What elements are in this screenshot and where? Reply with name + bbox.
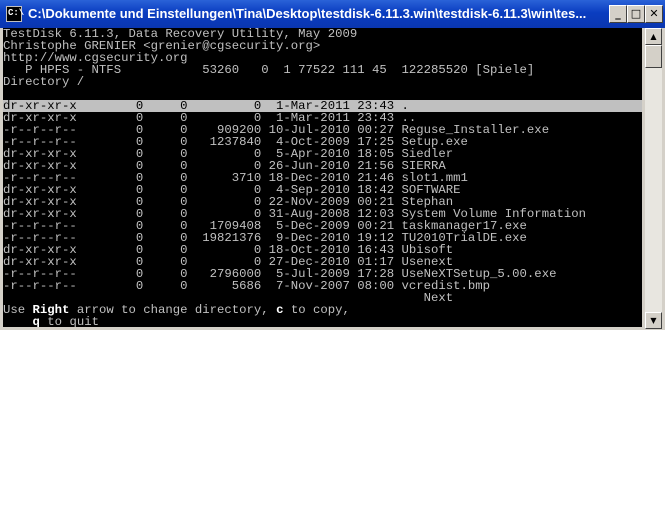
help-text: to quit xyxy=(39,315,99,327)
help-line-2: q to quit xyxy=(3,316,642,327)
console-window: C:\ C:\Dokumente und Einstellungen\Tina\… xyxy=(0,0,665,330)
title-bar[interactable]: C:\ C:\Dokumente und Einstellungen\Tina\… xyxy=(0,0,665,28)
help-indent xyxy=(3,315,33,327)
console-app-icon[interactable]: C:\ xyxy=(6,6,24,22)
help-text: arrow to change directory, xyxy=(69,303,277,317)
partition-info: P HPFS - NTFS 53260 0 1 77522 111 45 122… xyxy=(3,63,535,77)
minimize-button[interactable]: _ xyxy=(609,5,627,23)
directory-path: Directory / xyxy=(3,75,85,89)
vertical-scrollbar[interactable]: ▲ ▼ xyxy=(645,28,662,329)
maximize-button[interactable]: □ xyxy=(627,5,645,23)
close-button[interactable]: ✕ xyxy=(645,5,663,23)
window-title: C:\Dokumente und Einstellungen\Tina\Desk… xyxy=(28,6,587,21)
console-output[interactable]: TestDisk 6.11.3, Data Recovery Utility, … xyxy=(3,28,642,327)
help-text: to copy, xyxy=(283,303,350,317)
scroll-up-arrow-icon[interactable]: ▲ xyxy=(645,28,662,45)
help-key-quit: q xyxy=(32,315,40,327)
scroll-thumb[interactable] xyxy=(645,45,662,68)
scroll-down-arrow-icon[interactable]: ▼ xyxy=(645,312,662,329)
